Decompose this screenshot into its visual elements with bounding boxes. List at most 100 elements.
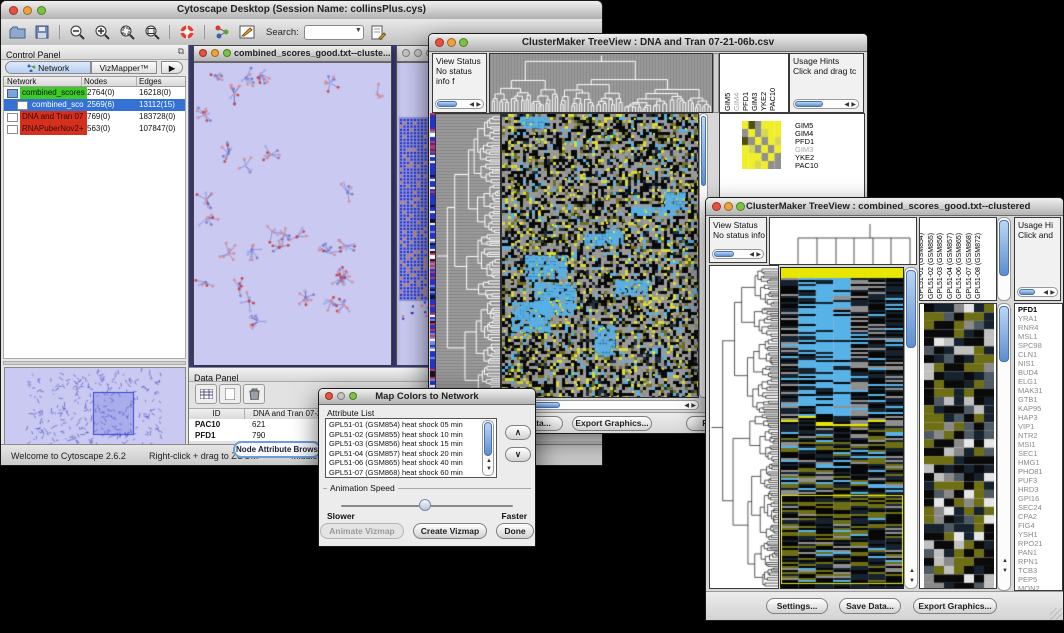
move-down-button[interactable]: ∨ [505, 447, 531, 462]
gene-label[interactable]: RPN1 [1018, 557, 1062, 566]
close-icon[interactable] [712, 202, 721, 211]
network-overview-thumbnail[interactable] [4, 367, 186, 453]
gene-label[interactable]: KAP95 [1018, 404, 1062, 413]
tv2-summary-heatmap-panel[interactable] [919, 303, 997, 589]
gene-label[interactable]: SPC98 [1018, 341, 1062, 350]
tv2-heatmap-vscrollbar[interactable]: ▲ ▼ [904, 267, 918, 589]
gene-label[interactable]: GTB1 [1018, 395, 1062, 404]
export-graphics-button[interactable]: Export Graphics... [572, 416, 652, 431]
zoom-selected-icon[interactable] [117, 23, 137, 41]
gene-label[interactable]: YRA1 [1018, 314, 1062, 323]
attribute-list-item[interactable]: GPL51-02 (GSM855) heat shock 10 min [329, 430, 496, 440]
help-lifebuoy-icon[interactable] [177, 23, 197, 41]
network-list-row[interactable]: combined_sco2569(6)13112(15) [4, 99, 185, 111]
zoom-out-icon[interactable] [67, 23, 87, 41]
close-icon[interactable] [325, 392, 333, 400]
vizmapper-icon[interactable] [237, 23, 257, 41]
tab-more[interactable]: ▶ [161, 61, 183, 74]
zoom-window-icon[interactable] [223, 49, 231, 57]
minimize-icon[interactable] [211, 49, 219, 57]
save-data-button[interactable]: Save Data... [839, 598, 901, 614]
combo-arrow-icon[interactable]: ▼ [355, 27, 362, 34]
attribute-list-item[interactable]: GPL51-04 (GSM857) heat shock 20 min [329, 449, 496, 459]
attribute-list-item[interactable]: GPL51-03 (GSM856) heat shock 15 min [329, 439, 496, 449]
gene-label[interactable]: HAP3 [1018, 413, 1062, 422]
tv1-column-dendrogram[interactable] [489, 53, 713, 113]
create-vizmap-button[interactable]: Create Vizmap [413, 523, 487, 539]
tv2-status-hscrollbar[interactable]: ◀ ▶ [712, 249, 764, 259]
tv2-gene-list[interactable]: PFD1YRA1RNR4MSL1SPC98CLN1NIS1BUD4ELG1MAK… [1014, 303, 1063, 591]
gene-label[interactable]: PAN1 [1018, 548, 1062, 557]
new-attribute-icon[interactable] [219, 384, 241, 404]
attribute-listbox[interactable]: GPL51-01 (GSM854) heat shock 05 minGPL51… [325, 418, 497, 478]
close-icon[interactable] [402, 49, 410, 57]
gene-label[interactable]: CLN1 [1018, 350, 1062, 359]
speed-slider-thumb[interactable] [419, 499, 431, 511]
gene-label[interactable]: PFD1 [1018, 305, 1062, 314]
gene-label[interactable]: MON2 [1018, 584, 1062, 591]
gene-label[interactable]: HRD3 [1018, 485, 1062, 494]
network-table-header[interactable]: Network Nodes Edges [3, 76, 186, 87]
tab-vizmapper[interactable]: VizMapper™ [91, 61, 157, 74]
minimize-icon[interactable] [414, 49, 422, 57]
attribute-list-item[interactable]: GPL51-01 (GSM854) heat shock 05 min [329, 420, 496, 430]
tv1-mini-matrix[interactable] [742, 121, 781, 169]
minimize-icon[interactable] [337, 392, 345, 400]
gene-label[interactable]: PEP5 [1018, 575, 1062, 584]
treeview2-titlebar[interactable]: ClusterMaker TreeView : combined_scores_… [706, 198, 1063, 216]
export-graphics-button[interactable]: Export Graphics... [913, 598, 997, 614]
tv1-row-dendrogram[interactable] [435, 113, 501, 398]
network-list-row[interactable]: DNA and Tran 07769(0)183728(0) [4, 111, 185, 123]
gene-label[interactable]: RPO21 [1018, 539, 1062, 548]
zoom-fit-icon[interactable] [142, 23, 162, 41]
main-titlebar[interactable]: Cytoscape Desktop (Session Name: collins… [1, 1, 602, 20]
table-view-icon[interactable] [195, 384, 217, 404]
resize-grip[interactable] [1050, 608, 1062, 620]
minimize-icon[interactable] [23, 6, 32, 15]
close-icon[interactable] [435, 38, 444, 47]
gene-label[interactable]: YSH1 [1018, 530, 1062, 539]
zoom-in-icon[interactable] [92, 23, 112, 41]
gene-label[interactable]: ELG1 [1018, 377, 1062, 386]
tv2-column-dendrogram[interactable] [769, 217, 917, 265]
tv1-column-labels[interactable]: GIM5GIM4PFD1GIM3YKE2PAC10 [719, 53, 789, 113]
close-icon[interactable] [9, 6, 18, 15]
minimize-icon[interactable] [724, 202, 733, 211]
tv2-collabel-vscrollbar[interactable] [997, 217, 1011, 301]
gene-label[interactable]: VIP1 [1018, 422, 1062, 431]
tv1-status-hscrollbar[interactable]: ◀ ▶ [435, 99, 484, 109]
network1-view[interactable] [194, 62, 391, 365]
attribute-list-item[interactable]: GPL51-07 (GSM868) heat shock 60 min [329, 468, 496, 478]
tv1-heatmap[interactable] [501, 113, 699, 398]
annotation-icon[interactable] [369, 23, 389, 41]
gene-label[interactable]: PUF3 [1018, 476, 1062, 485]
float-panel-icon[interactable]: ⧉ [178, 46, 184, 57]
gene-label[interactable]: NIS1 [1018, 359, 1062, 368]
gene-label[interactable]: CPA2 [1018, 512, 1062, 521]
tv2-genelist-vscrollbar[interactable]: ▲ ▼ [997, 303, 1011, 591]
tv1-usage-hscrollbar[interactable]: ◀ ▶ [793, 99, 859, 109]
dialog-titlebar[interactable]: Map Colors to Network [319, 389, 535, 405]
tv2-usage-hscrollbar[interactable]: ◀ ▶ [1017, 287, 1058, 297]
gene-label[interactable]: MAK31 [1018, 386, 1062, 395]
network-list-row[interactable]: combined_scores2764(0)16218(0) [4, 87, 185, 99]
gene-label[interactable]: MSL1 [1018, 332, 1062, 341]
node-attribute-browser-button[interactable]: Node Attribute Brows [233, 441, 321, 458]
gene-label[interactable]: RNR4 [1018, 323, 1062, 332]
network-overview-icon[interactable] [212, 23, 232, 41]
zoom-window-icon[interactable] [459, 38, 468, 47]
settings-button[interactable]: Settings... [766, 598, 828, 614]
network-list-row[interactable]: RNAPuberNov2+563(0)107847(0) [4, 123, 185, 135]
gene-label[interactable]: GPI16 [1018, 494, 1062, 503]
gene-label[interactable]: SEC1 [1018, 449, 1062, 458]
attribute-list-vscrollbar[interactable]: ▲ ▼ [482, 420, 494, 476]
tv2-heatmap[interactable] [780, 267, 904, 589]
tv1-row-labels[interactable]: GIM5GIM4PFD1GIM3YKE2PAC10 [795, 122, 818, 170]
treeview1-titlebar[interactable]: ClusterMaker TreeView : DNA and Tran 07-… [429, 34, 867, 52]
zoom-window-icon[interactable] [349, 392, 357, 400]
gene-label[interactable]: FIG4 [1018, 521, 1062, 530]
panel-splitter[interactable] [3, 361, 186, 365]
animate-vizmap-button[interactable]: Animate Vizmap [320, 523, 404, 539]
gene-label[interactable]: MSI1 [1018, 440, 1062, 449]
minimize-icon[interactable] [447, 38, 456, 47]
